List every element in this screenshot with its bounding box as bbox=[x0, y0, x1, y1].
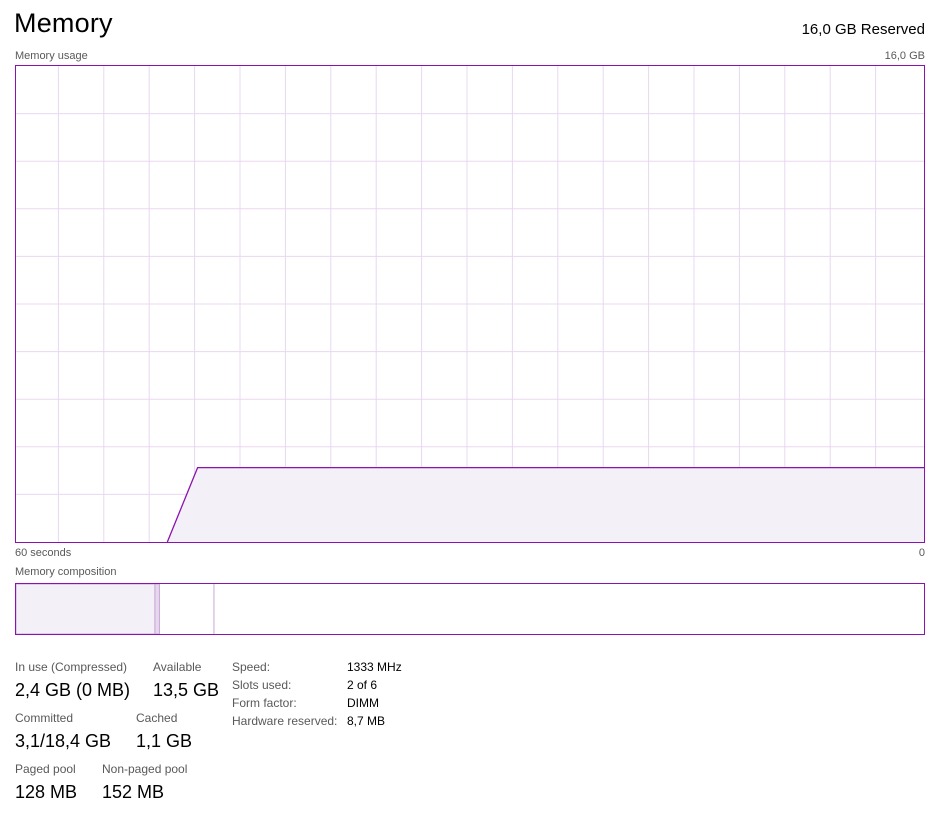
committed-label: Committed bbox=[15, 711, 74, 725]
in-use-label: In use (Compressed) bbox=[15, 660, 128, 674]
non-paged-pool-label: Non-paged pool bbox=[102, 762, 188, 776]
paged-pool-label: Paged pool bbox=[15, 762, 76, 776]
composition-in-use-segment bbox=[16, 584, 156, 634]
memory-usage-max-label: 16,0 GB bbox=[884, 50, 925, 62]
speed-value: 1333 MHz bbox=[347, 660, 402, 674]
hardware-reserved-value: 8,7 MB bbox=[347, 714, 386, 728]
usage-area-fill bbox=[167, 467, 924, 542]
paged-pool-value: 128 MB bbox=[15, 782, 78, 802]
composition-modified-segment bbox=[154, 584, 160, 634]
time-axis-end-label: 0 bbox=[918, 547, 925, 559]
speed-label: Speed: bbox=[232, 660, 271, 674]
memory-usage-label: Memory usage bbox=[15, 50, 88, 62]
memory-usage-graph bbox=[15, 65, 925, 543]
available-value: 13,5 GB bbox=[153, 680, 220, 700]
slots-used-value: 2 of 6 bbox=[347, 678, 378, 692]
form-factor-label: Form factor: bbox=[232, 696, 297, 710]
time-axis-start-label: 60 seconds bbox=[15, 547, 72, 559]
cached-label: Cached bbox=[136, 711, 178, 725]
hardware-reserved-label: Hardware reserved: bbox=[232, 714, 338, 728]
form-factor-value: DIMM bbox=[347, 696, 379, 710]
non-paged-pool-value: 152 MB bbox=[102, 782, 165, 802]
committed-value: 3,1/18,4 GB bbox=[15, 731, 112, 751]
available-label: Available bbox=[153, 660, 202, 674]
memory-composition-label: Memory composition bbox=[15, 566, 117, 578]
memory-composition-chart bbox=[16, 584, 215, 634]
reserved-total: 16,0 GB Reserved bbox=[801, 21, 925, 38]
slots-used-label: Slots used: bbox=[232, 678, 292, 692]
in-use-value: 2,4 GB (0 MB) bbox=[15, 680, 131, 700]
page-title: Memory bbox=[14, 8, 113, 38]
memory-usage-chart bbox=[16, 66, 924, 542]
cached-value: 1,1 GB bbox=[136, 731, 193, 751]
memory-composition-bar bbox=[15, 583, 925, 635]
